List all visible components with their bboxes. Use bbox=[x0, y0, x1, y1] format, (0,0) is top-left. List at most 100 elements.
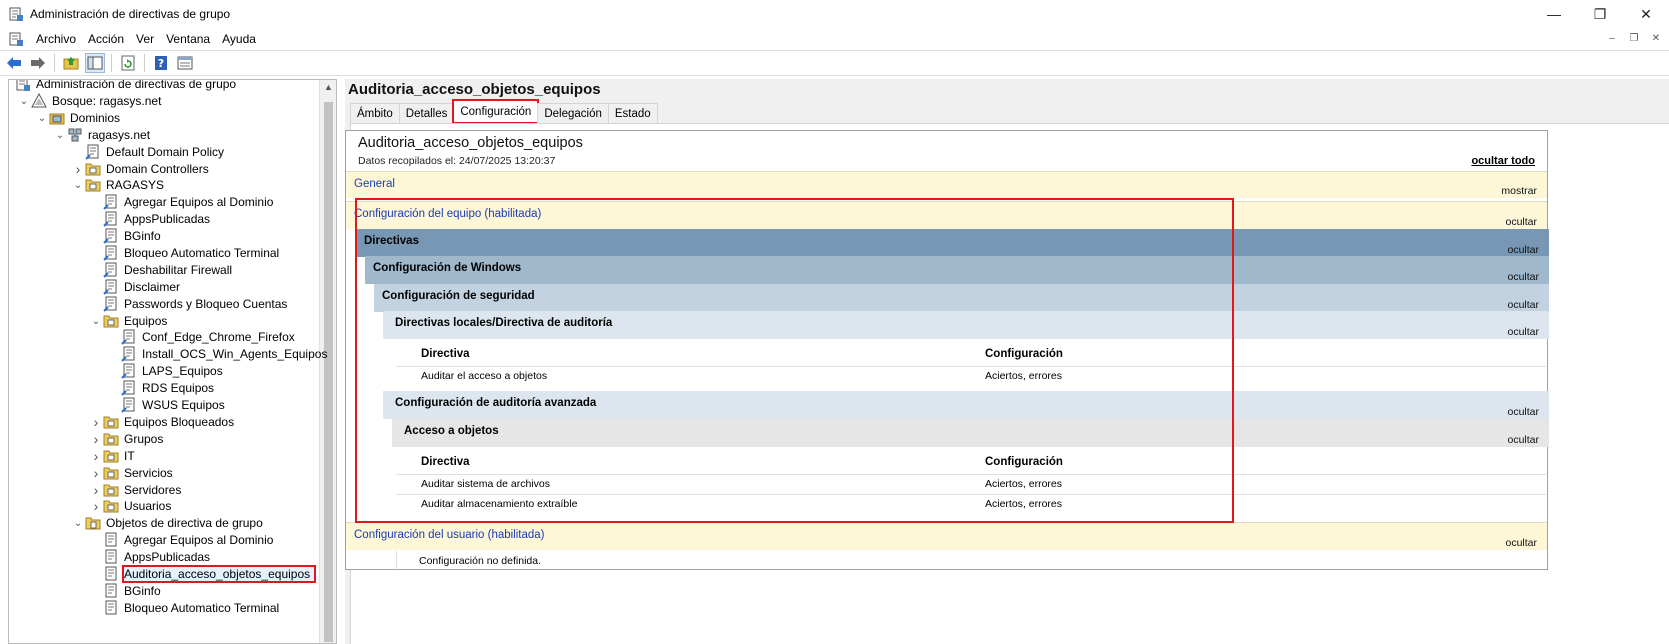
tree-item[interactable]: Agregar Equipos al Dominio bbox=[89, 531, 273, 549]
section-user-config[interactable]: Configuración del usuario (habilitada) o… bbox=[346, 522, 1547, 550]
collapse-chevron-icon[interactable]: ⌄ bbox=[71, 178, 85, 192]
tree-item[interactable]: WSUS Equipos bbox=[107, 396, 225, 414]
tree-item-label[interactable]: ragasys.net bbox=[88, 128, 150, 142]
tree-item-label[interactable]: Bloqueo Automatico Terminal bbox=[124, 601, 279, 615]
tree-item[interactable]: ⌄ RAGASYS bbox=[71, 176, 164, 194]
collapse-chevron-icon[interactable]: ⌄ bbox=[89, 314, 103, 328]
tree-item-label[interactable]: RDS Equipos bbox=[142, 381, 214, 395]
tree-item[interactable]: AppsPublicadas bbox=[89, 210, 210, 228]
section-computer-config[interactable]: Configuración del equipo (habilitada) oc… bbox=[346, 201, 1547, 229]
tree-item[interactable]: Passwords y Bloqueo Cuentas bbox=[89, 295, 287, 313]
mdi-minimize-button[interactable]: – bbox=[1603, 30, 1621, 46]
tree-item-label[interactable]: Objetos de directiva de grupo bbox=[106, 516, 263, 530]
tree-item-label[interactable]: AppsPublicadas bbox=[124, 212, 210, 226]
section-security-config[interactable]: Configuración de seguridad ocultar bbox=[374, 284, 1549, 312]
forward-arrow-icon[interactable] bbox=[28, 53, 48, 73]
tab-ambito[interactable]: Ámbito bbox=[350, 103, 400, 123]
hide-link[interactable]: ocultar bbox=[1507, 244, 1539, 256]
tree-item[interactable]: › Usuarios bbox=[89, 497, 172, 515]
tree-item-label-selected[interactable]: Auditoria_acceso_objetos_equipos bbox=[121, 565, 317, 583]
menu-accion[interactable]: Acción bbox=[88, 32, 124, 46]
section-general[interactable]: General mostrar bbox=[346, 171, 1547, 198]
tree-item-label[interactable]: Agregar Equipos al Dominio bbox=[124, 533, 273, 547]
expand-chevron-icon[interactable]: › bbox=[89, 498, 103, 514]
tree-item-label[interactable]: LAPS_Equipos bbox=[142, 364, 223, 378]
collapse-chevron-icon[interactable]: ⌄ bbox=[35, 111, 49, 125]
tree-item[interactable]: ⌄ Bosque: ragasys.net bbox=[17, 92, 161, 110]
mdi-restore-button[interactable]: ❐ bbox=[1625, 30, 1643, 46]
section-computer-config-label[interactable]: Configuración del equipo (habilitada) bbox=[354, 208, 541, 220]
tree-item[interactable]: Disclaimer bbox=[89, 278, 180, 296]
tree-item-label[interactable]: Bloqueo Automatico Terminal bbox=[124, 246, 279, 260]
console-tree[interactable]: ▲ Administración de directivas de grupo ⌄… bbox=[8, 79, 337, 644]
tree-item-label[interactable]: Agregar Equipos al Dominio bbox=[124, 195, 273, 209]
back-arrow-icon[interactable] bbox=[4, 53, 24, 73]
hide-link[interactable]: ocultar bbox=[1507, 299, 1539, 311]
tree-item[interactable]: › Grupos bbox=[89, 430, 164, 448]
tree-item[interactable]: ⌄ Dominios bbox=[35, 109, 120, 127]
tree-item[interactable]: Agregar Equipos al Dominio bbox=[89, 193, 273, 211]
tree-item-label[interactable]: Deshabilitar Firewall bbox=[124, 263, 232, 277]
section-local-audit-policy[interactable]: Directivas locales/Directiva de auditorí… bbox=[383, 311, 1549, 339]
tree-item-label[interactable]: Install_OCS_Win_Agents_Equipos bbox=[142, 347, 327, 361]
tree-item-label[interactable]: Servicios bbox=[124, 466, 173, 480]
tree-item[interactable]: Auditoria_acceso_objetos_equipos bbox=[89, 565, 317, 583]
up-folder-icon[interactable] bbox=[61, 53, 81, 73]
tab-detalles[interactable]: Detalles bbox=[398, 103, 455, 123]
tree-item-label[interactable]: Servidores bbox=[124, 483, 181, 497]
tree-item-label[interactable]: Grupos bbox=[124, 432, 163, 446]
tree-item-label[interactable]: BGinfo bbox=[124, 584, 161, 598]
restore-button[interactable]: ❐ bbox=[1577, 0, 1623, 28]
tree-item-label[interactable]: Disclaimer bbox=[124, 280, 180, 294]
tree-item[interactable]: LAPS_Equipos bbox=[107, 362, 223, 380]
section-general-label[interactable]: General bbox=[354, 178, 395, 190]
tree-item-label[interactable]: WSUS Equipos bbox=[142, 398, 225, 412]
hide-link[interactable]: ocultar bbox=[1507, 434, 1539, 446]
tree-item[interactable]: Bloqueo Automatico Terminal bbox=[89, 244, 279, 262]
scroll-up-icon[interactable]: ▲ bbox=[320, 82, 336, 92]
hide-link[interactable]: ocultar bbox=[1505, 537, 1537, 549]
tree-item-label[interactable]: AppsPublicadas bbox=[124, 550, 210, 564]
expand-chevron-icon[interactable]: › bbox=[89, 465, 103, 481]
tree-item[interactable]: › Servicios bbox=[89, 464, 173, 482]
tree-item-label[interactable]: Domain Controllers bbox=[106, 162, 209, 176]
minimize-button[interactable]: — bbox=[1531, 0, 1577, 28]
refresh-icon[interactable] bbox=[118, 53, 138, 73]
tree-item-label[interactable]: IT bbox=[124, 449, 135, 463]
scrollbar-thumb[interactable] bbox=[324, 102, 333, 642]
section-policies[interactable]: Directivas ocultar bbox=[356, 229, 1549, 257]
show-hide-tree-icon[interactable] bbox=[85, 53, 105, 73]
help-icon[interactable]: ? bbox=[151, 53, 171, 73]
tree-item[interactable]: Bloqueo Automatico Terminal bbox=[89, 599, 279, 617]
menu-ventana[interactable]: Ventana bbox=[166, 32, 210, 46]
show-link[interactable]: mostrar bbox=[1501, 185, 1537, 197]
tree-item[interactable]: BGinfo bbox=[89, 582, 161, 600]
tree-item[interactable]: BGinfo bbox=[89, 227, 161, 245]
close-button[interactable]: ✕ bbox=[1623, 0, 1669, 28]
tree-item-label[interactable]: Conf_Edge_Chrome_Firefox bbox=[142, 330, 295, 344]
tree-item[interactable]: Default Domain Policy bbox=[71, 143, 224, 161]
tree-item[interactable]: Conf_Edge_Chrome_Firefox bbox=[107, 328, 295, 346]
expand-chevron-icon[interactable]: › bbox=[89, 448, 103, 464]
tree-item[interactable]: Deshabilitar Firewall bbox=[89, 261, 232, 279]
mmc-document-icon[interactable] bbox=[8, 31, 24, 47]
hide-link[interactable]: ocultar bbox=[1507, 406, 1539, 418]
tree-item-label[interactable]: Equipos bbox=[124, 314, 167, 328]
collapse-chevron-icon[interactable]: ⌄ bbox=[71, 516, 85, 530]
hide-link[interactable]: ocultar bbox=[1507, 271, 1539, 283]
menu-ver[interactable]: Ver bbox=[136, 32, 154, 46]
tree-item-label[interactable]: Administración de directivas de grupo bbox=[36, 80, 236, 91]
collapse-chevron-icon[interactable]: ⌄ bbox=[53, 128, 67, 142]
tree-item-label[interactable]: Bosque: ragasys.net bbox=[52, 94, 161, 108]
tab-estado[interactable]: Estado bbox=[607, 103, 658, 123]
tree-item[interactable]: Install_OCS_Win_Agents_Equipos bbox=[107, 345, 327, 363]
tree-item-label[interactable]: Equipos Bloqueados bbox=[124, 415, 234, 429]
tree-item[interactable]: AppsPublicadas bbox=[89, 548, 210, 566]
expand-chevron-icon[interactable]: › bbox=[89, 414, 103, 430]
tree-item-label[interactable]: Default Domain Policy bbox=[106, 145, 224, 159]
hide-link[interactable]: ocultar bbox=[1507, 326, 1539, 338]
tree-item-label[interactable]: RAGASYS bbox=[106, 178, 164, 192]
expand-chevron-icon[interactable]: › bbox=[71, 161, 85, 177]
tree-item-label[interactable]: Usuarios bbox=[124, 499, 171, 513]
section-user-config-label[interactable]: Configuración del usuario (habilitada) bbox=[354, 529, 545, 541]
